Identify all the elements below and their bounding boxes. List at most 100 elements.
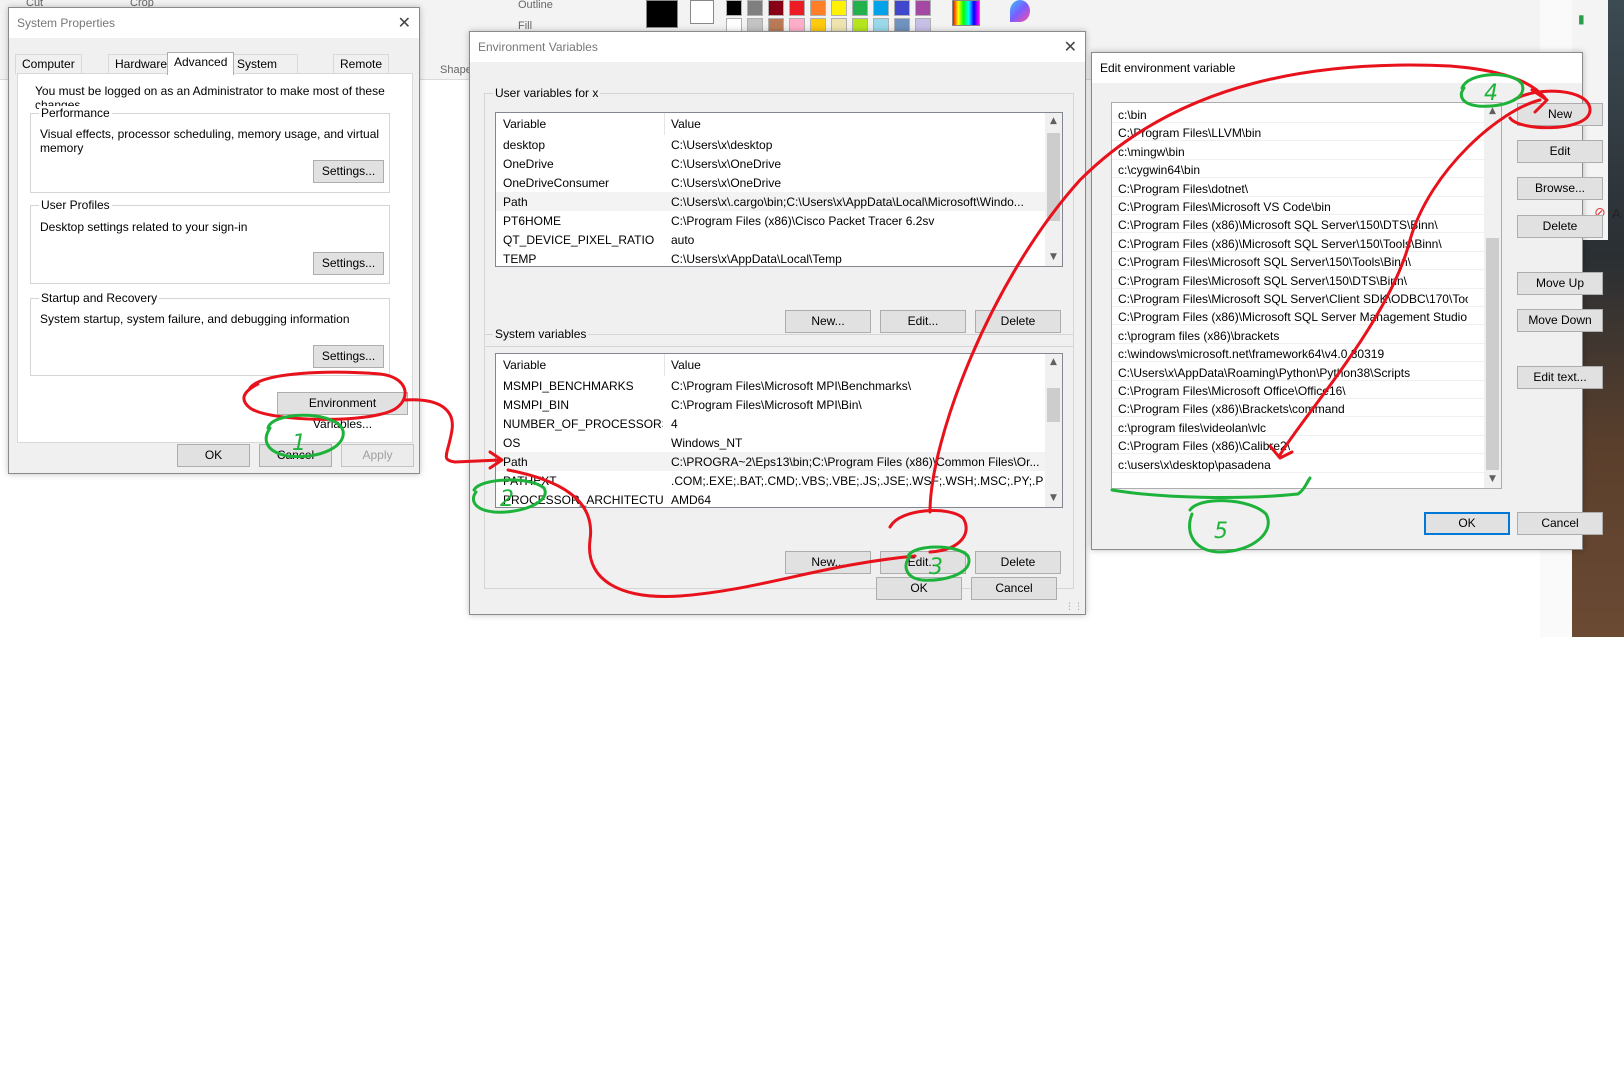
list-item[interactable]: C:\Users\x\AppData\Roaming\Python\Python… — [1112, 363, 1484, 381]
close-icon[interactable]: ✕ — [398, 13, 411, 32]
move-up-button[interactable]: Move Up — [1517, 272, 1603, 295]
list-item[interactable]: c:\mingw\bin — [1112, 142, 1484, 160]
scroll-down-icon[interactable]: ▼ — [1045, 490, 1062, 507]
list-item[interactable]: c:\cygwin64\bin — [1112, 160, 1484, 179]
variable-column-header[interactable]: Variable — [503, 358, 546, 372]
ok-button[interactable]: OK — [876, 577, 962, 600]
scroll-thumb[interactable] — [1047, 388, 1060, 422]
list-item[interactable]: C:\Program Files (x86)\Brackets\command — [1112, 399, 1484, 418]
vertical-scrollbar[interactable]: ▲ ▼ — [1045, 354, 1062, 507]
performance-settings-button[interactable]: Settings... — [313, 160, 384, 183]
list-item[interactable]: C:\Program Files\Microsoft SQL Server\Cl… — [1112, 289, 1484, 307]
table-row[interactable]: OneDriveConsumer C:\Users\x\OneDrive — [496, 173, 1045, 192]
list-item[interactable]: C:\Program Files (x86)\Calibre2\ — [1112, 436, 1484, 455]
system-delete-button[interactable]: Delete — [975, 551, 1061, 574]
list-item[interactable]: C:\Program Files\LLVM\bin — [1112, 123, 1484, 142]
tab-advanced[interactable]: Advanced — [167, 52, 235, 75]
value-column-header[interactable]: Value — [671, 358, 701, 372]
list-item[interactable]: C:\Program Files\Microsoft SQL Server\15… — [1112, 271, 1484, 289]
system-edit-button[interactable]: Edit... — [880, 551, 966, 574]
table-row[interactable]: PT6HOME C:\Program Files (x86)\Cisco Pack… — [496, 211, 1045, 230]
palette-swatch[interactable] — [915, 0, 931, 16]
new-entry-button[interactable]: New — [1517, 103, 1603, 126]
startup-settings-button[interactable]: Settings... — [313, 345, 384, 368]
palette-swatch[interactable] — [726, 0, 742, 16]
table-row[interactable]: MSMPI_BIN C:\Program Files\Microsoft MPI\… — [496, 395, 1045, 414]
table-row[interactable]: TEMP C:\Users\x\AppData\Local\Temp — [496, 249, 1045, 266]
palette-swatch[interactable] — [768, 0, 784, 16]
user-new-button[interactable]: New... — [785, 310, 871, 333]
user-edit-button[interactable]: Edit... — [880, 310, 966, 333]
paint-3d-icon[interactable] — [1010, 0, 1030, 22]
table-row[interactable]: MSMPI_BENCHMARKS C:\Program Files\Microso… — [496, 376, 1045, 395]
ok-button[interactable]: OK — [1424, 512, 1510, 535]
list-item[interactable]: c:\windows\microsoft.net\framework64\v4.… — [1112, 344, 1484, 363]
table-row[interactable]: OS Windows_NT — [496, 433, 1045, 452]
scroll-up-icon[interactable]: ▲ — [1045, 113, 1062, 130]
palette-swatch[interactable] — [810, 0, 826, 16]
variable-column-header[interactable]: Variable — [503, 117, 546, 131]
system-variables-list[interactable]: Variable Value MSMPI_BENCHMARKS C:\Progra… — [495, 353, 1063, 508]
move-down-button[interactable]: Move Down — [1517, 309, 1603, 332]
list-item[interactable]: C:\Program Files (x86)\Microsoft SQL Ser… — [1112, 234, 1484, 252]
palette-swatch[interactable] — [894, 0, 910, 16]
palette-swatch[interactable] — [747, 0, 763, 16]
browse-button[interactable]: Browse... — [1517, 177, 1603, 200]
outline-label[interactable]: Outline — [518, 0, 553, 11]
list-item[interactable]: C:\Program Files\Microsoft SQL Server\15… — [1112, 252, 1484, 271]
palette-swatch[interactable] — [852, 0, 868, 16]
tab-hardware[interactable]: Hardware — [108, 54, 175, 74]
resize-grip-icon[interactable]: ⋮⋮ — [1065, 601, 1083, 612]
delete-entry-button[interactable]: Delete — [1517, 215, 1603, 238]
cancel-button[interactable]: Cancel — [259, 444, 332, 467]
color-1-swatch[interactable] — [646, 0, 678, 28]
user-profiles-settings-button[interactable]: Settings... — [313, 252, 384, 275]
tab-remote[interactable]: Remote — [333, 54, 390, 74]
environment-variables-button[interactable]: Environment Variables... — [277, 392, 408, 431]
table-row[interactable]: Path C:\Users\x\.cargo\bin;C:\Users\x\App… — [496, 192, 1045, 211]
value-column-header[interactable]: Value — [671, 117, 701, 131]
list-item[interactable]: C:\Program Files (x86)\Microsoft SQL Ser… — [1112, 215, 1484, 234]
list-item[interactable]: C:\Program Files (x86)\Microsoft SQL Ser… — [1112, 307, 1484, 326]
color-2-swatch[interactable] — [690, 0, 714, 24]
palette-swatch[interactable] — [831, 0, 847, 16]
close-icon[interactable]: ✕ — [1064, 37, 1077, 56]
vertical-scrollbar[interactable]: ▲ ▼ — [1484, 103, 1501, 488]
list-item[interactable]: c:\program files (x86)\brackets — [1112, 326, 1484, 344]
ok-button[interactable]: OK — [177, 444, 250, 467]
list-item[interactable]: c:\users\x\desktop\pasadena — [1112, 455, 1484, 473]
scroll-down-icon[interactable]: ▼ — [1045, 249, 1062, 266]
table-row[interactable]: PROCESSOR_ARCHITECTURE AMD64 — [496, 490, 1045, 507]
scroll-up-icon[interactable]: ▲ — [1045, 354, 1062, 371]
table-row[interactable]: NUMBER_OF_PROCESSORS 4 — [496, 414, 1045, 433]
palette-swatch[interactable] — [789, 0, 805, 16]
tab-computer-name[interactable]: Computer Name — [15, 54, 82, 89]
tab-system-protection[interactable]: System Protection — [230, 54, 299, 89]
vertical-scrollbar[interactable]: ▲ ▼ — [1045, 113, 1062, 266]
table-row[interactable]: OneDrive C:\Users\x\OneDrive — [496, 154, 1045, 173]
palette-swatch[interactable] — [873, 0, 889, 16]
table-row[interactable]: Path C:\PROGRA~2\Eps13\bin;C:\Program Fil… — [496, 452, 1045, 471]
edit-text-button[interactable]: Edit text... — [1517, 366, 1603, 389]
list-item[interactable]: C:\Program Files\dotnet\ — [1112, 179, 1484, 197]
apply-button[interactable]: Apply — [341, 444, 414, 467]
edit-entry-button[interactable]: Edit — [1517, 140, 1603, 163]
list-item[interactable]: c:\program files\videolan\vlc — [1112, 418, 1484, 436]
user-delete-button[interactable]: Delete — [975, 310, 1061, 333]
list-item[interactable]: C:\Program Files\Microsoft Office\Office… — [1112, 381, 1484, 399]
system-new-button[interactable]: New... — [785, 551, 871, 574]
path-entries-list[interactable]: c:\bin C:\Program Files\LLVM\bin c:\mingw\… — [1111, 102, 1502, 489]
scroll-down-icon[interactable]: ▼ — [1484, 471, 1501, 488]
scroll-thumb[interactable] — [1486, 238, 1499, 470]
table-row[interactable]: desktop C:\Users\x\desktop — [496, 135, 1045, 154]
table-row[interactable]: QT_DEVICE_PIXEL_RATIO auto — [496, 230, 1045, 249]
list-item[interactable]: c:\bin — [1112, 105, 1484, 123]
list-item[interactable]: C:\Program Files\Microsoft VS Code\bin — [1112, 197, 1484, 215]
cancel-button[interactable]: Cancel — [971, 577, 1057, 600]
table-row[interactable]: PATHEXT .COM;.EXE;.BAT;.CMD;.VBS;.VBE;.JS… — [496, 471, 1045, 490]
edit-colors-icon[interactable] — [952, 0, 980, 26]
cancel-button[interactable]: Cancel — [1517, 512, 1603, 535]
scroll-thumb[interactable] — [1047, 133, 1060, 221]
user-variables-list[interactable]: Variable Value desktop C:\Users\x\desktop… — [495, 112, 1063, 267]
scroll-up-icon[interactable]: ▲ — [1484, 103, 1501, 120]
